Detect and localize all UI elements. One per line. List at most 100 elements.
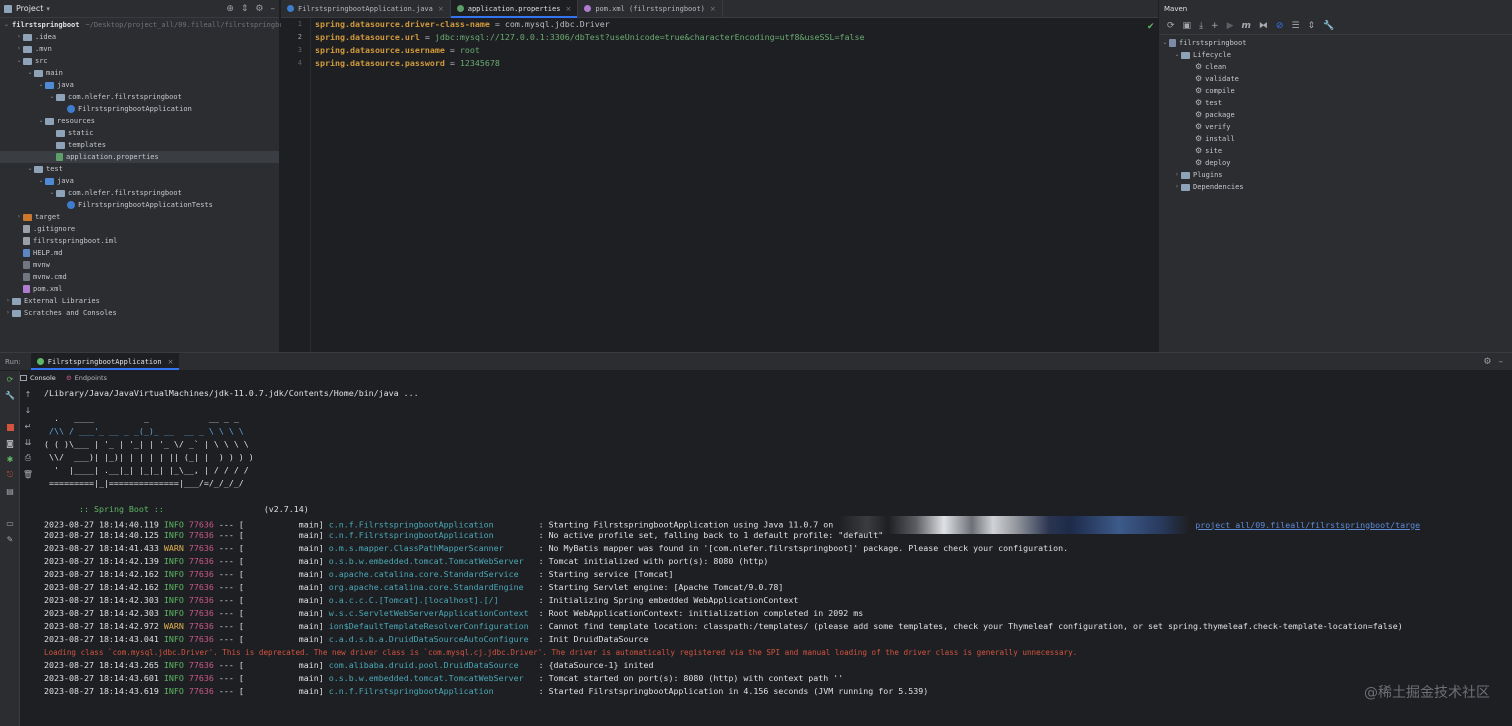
maven-phase[interactable]: ⚙ verify [1159,121,1512,133]
chevron-right-icon[interactable]: › [1173,169,1181,181]
chevron-down-icon[interactable]: ⌄ [48,91,56,103]
close-icon[interactable]: × [710,5,716,13]
tree-item[interactable]: mvnw [0,259,279,271]
maven-phase[interactable]: ⚙ validate [1159,73,1512,85]
tree-item[interactable]: ⌄ test [0,163,279,175]
no-problems-check-icon[interactable]: ✔ [1147,22,1155,32]
camera-icon[interactable]: ◙ [0,435,20,451]
chevron-down-icon[interactable]: ⌄ [26,67,34,79]
chevron-down-icon[interactable]: ⌄ [4,19,9,31]
tree-item[interactable]: ⌄ main [0,67,279,79]
gear-icon[interactable]: ⚙ [255,4,263,14]
maven-phase[interactable]: ⚙ site [1159,145,1512,157]
tree-item[interactable]: › External Libraries [0,295,279,307]
tree-item[interactable]: › .idea [0,31,279,43]
maven-phase[interactable]: ⚙ test [1159,97,1512,109]
tree-item[interactable]: FilrstspringbootApplicationTests [0,199,279,211]
console-output[interactable]: /Library/Java/JavaVirtualMachines/jdk-11… [44,387,1420,698]
tree-item[interactable]: application.properties [0,151,279,163]
code-line[interactable]: spring.datasource.url = jdbc:mysql://127… [315,31,865,44]
editor-tab[interactable]: application.properties × [450,0,579,18]
generate-sources-icon[interactable]: ▣ [1183,21,1192,31]
run-icon[interactable]: ▶ [1227,21,1234,31]
wrench-icon[interactable]: 🔧 [0,387,20,403]
close-icon[interactable]: × [168,358,174,366]
gear-icon[interactable]: ⚙ [1483,357,1491,367]
tree-item[interactable]: ⌄ java [0,175,279,187]
maven-phase[interactable]: ⚙ package [1159,109,1512,121]
select-opened-file-icon[interactable]: ⊕ [226,4,234,14]
close-icon[interactable]: × [565,5,571,13]
editor-tab[interactable]: FilrstspringbootApplication.java × [281,0,451,18]
tree-item[interactable]: .gitignore [0,223,279,235]
tree-item[interactable]: ⌄ src [0,55,279,67]
tree-item[interactable]: › Scratches and Consoles [0,307,279,319]
pin-icon[interactable]: ✎ [0,531,20,547]
tree-item[interactable]: ⌄ java [0,79,279,91]
toggle-offline-icon[interactable]: ⧓ [1259,21,1268,31]
print-icon[interactable]: ⎙ [20,450,36,466]
arrow-down-icon[interactable]: ↓ [20,402,36,418]
chevron-down-icon[interactable]: ⌄ [26,163,34,175]
execute-goal-icon[interactable]: m [1242,21,1251,31]
tree-item[interactable]: ⌄ com.nlefer.filrstspringboot [0,187,279,199]
close-icon[interactable]: × [438,5,444,13]
tree-item[interactable]: filrstspringboot.iml [0,235,279,247]
layout-icon[interactable]: ▭ [0,515,20,531]
chevron-right-icon[interactable]: › [15,43,23,55]
tree-item[interactable]: mvnw.cmd [0,271,279,283]
chevron-down-icon[interactable]: ⌄ [37,115,45,127]
maven-phase[interactable]: ⚙ install [1159,133,1512,145]
tree-item[interactable]: ⌄ resources [0,115,279,127]
arrow-up-icon[interactable]: ↑ [20,386,36,402]
tab-endpoints[interactable]: ⚙ Endpoints [66,374,107,382]
add-icon[interactable]: + [1211,21,1219,31]
hide-icon[interactable]: – [1499,357,1504,367]
download-icon[interactable]: ⤓ [1199,21,1203,31]
wrench-icon[interactable]: 🔧 [1323,21,1334,31]
tree-root[interactable]: ⌄ filrstspringboot ~/Desktop/project_all… [0,19,292,31]
skip-tests-icon[interactable]: ⊘ [1276,21,1284,31]
chevron-down-icon[interactable]: ⌄ [37,79,45,91]
reload-icon[interactable]: ⟳ [1167,21,1175,31]
code-line[interactable]: spring.datasource.driver-class-name = co… [315,18,865,31]
chevron-right-icon[interactable]: › [1173,181,1181,193]
stop-icon[interactable] [0,419,20,435]
layout-icon[interactable]: ▤ [0,483,20,499]
rerun-icon[interactable]: ⟳ [0,371,20,387]
chevron-down-icon[interactable]: ⌄ [37,175,45,187]
run-config-tab[interactable]: FilrstspringbootApplication × [30,353,180,370]
editor-tab[interactable]: pom.xml (filrstspringboot) × [578,0,723,18]
collapse-all-icon[interactable]: ⇕ [1308,21,1316,31]
tree-item[interactable]: static [0,127,279,139]
trash-icon[interactable]: 🗑 [20,466,36,482]
code-line[interactable]: spring.datasource.password = 12345678 [315,57,865,70]
tree-item[interactable]: › .mvn [0,43,279,55]
chevron-right-icon[interactable]: › [15,31,23,43]
chevron-right-icon[interactable]: › [4,307,12,319]
maven-phase[interactable]: ⚙ deploy [1159,157,1512,169]
maven-phase[interactable]: ⚙ clean [1159,61,1512,73]
chevron-down-icon[interactable]: ⌄ [48,187,56,199]
project-header-title[interactable]: Project [16,4,43,13]
maven-lifecycle[interactable]: ⌄ Lifecycle [1159,49,1512,61]
hide-icon[interactable]: – [271,4,276,14]
chevron-right-icon[interactable]: › [15,211,23,223]
tree-item[interactable]: HELP.md [0,247,279,259]
show-dependencies-icon[interactable]: ☰ [1291,21,1299,31]
chevron-down-icon[interactable]: ⌄ [15,55,23,67]
debug-icon[interactable]: ✱ [0,451,20,467]
chevron-down-icon[interactable]: ⌄ [1173,49,1181,61]
tree-item[interactable]: FilrstspringbootApplication [0,103,279,115]
tab-console[interactable]: Console [20,374,56,382]
chevron-right-icon[interactable]: › [4,295,12,307]
chevron-down-icon[interactable]: ⌄ [1161,37,1169,49]
code-line[interactable]: spring.datasource.username = root [315,44,865,57]
tree-item[interactable]: › target [0,211,279,223]
chevron-down-icon[interactable]: ▾ [46,5,50,13]
code-area[interactable]: spring.datasource.driver-class-name = co… [315,18,865,70]
maven-phase[interactable]: ⚙ compile [1159,85,1512,97]
maven-dependencies[interactable]: › Dependencies [1159,181,1512,193]
collapse-all-icon[interactable]: ⇕ [241,4,249,14]
maven-plugins[interactable]: › Plugins [1159,169,1512,181]
